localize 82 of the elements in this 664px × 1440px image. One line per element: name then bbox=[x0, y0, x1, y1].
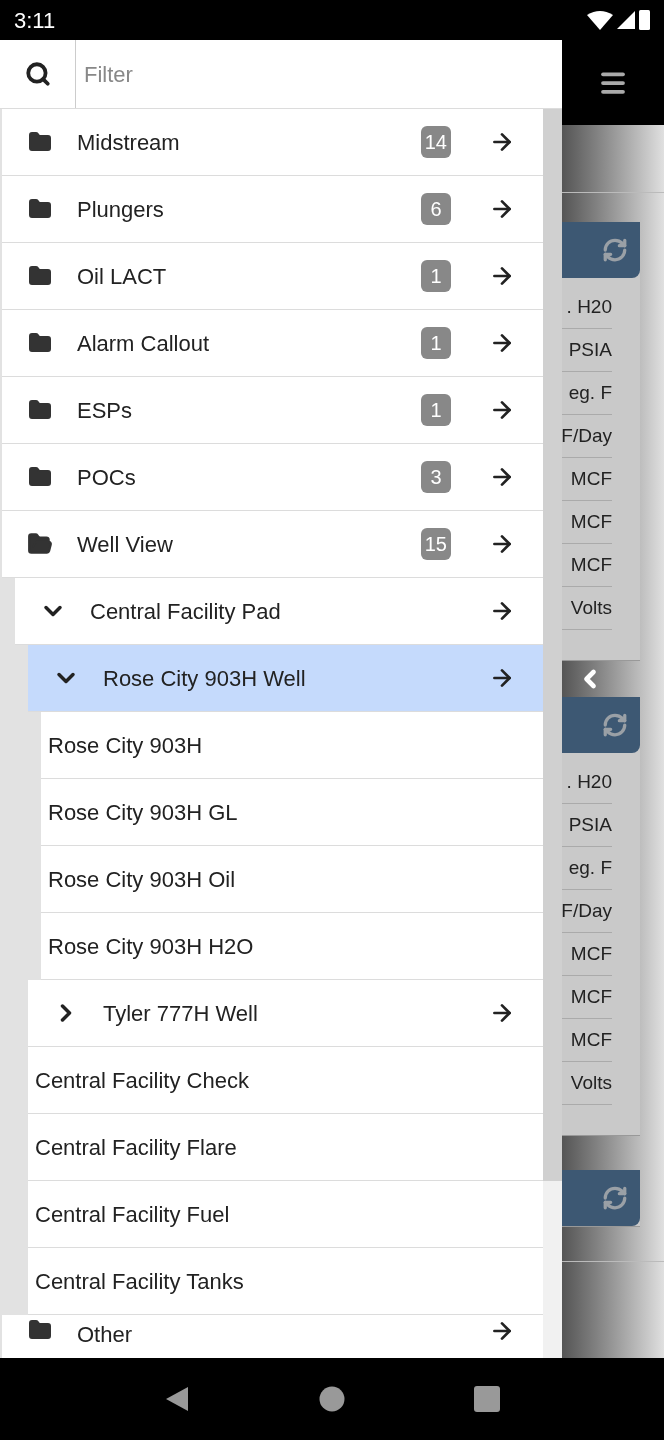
folder-row[interactable]: Oil LACT 1 bbox=[2, 243, 543, 310]
leaf-label: Central Facility Flare bbox=[35, 1133, 237, 1162]
wifi-icon bbox=[587, 10, 613, 30]
group-label: Tyler 777H Well bbox=[103, 999, 259, 1028]
leaf-label: Rose City 903H GL bbox=[48, 798, 238, 827]
folder-icon bbox=[27, 264, 52, 288]
folder-label: Alarm Callout bbox=[77, 329, 211, 358]
folder-label: ESPs bbox=[77, 396, 134, 425]
unit-label: F/Day bbox=[562, 423, 612, 448]
folder-label: Other bbox=[77, 1321, 134, 1349]
leaf-label: Central Facility Tanks bbox=[35, 1267, 244, 1296]
leaf-row[interactable]: Rose City 903H Oil bbox=[41, 846, 543, 913]
count-badge: 1 bbox=[421, 327, 451, 359]
search-icon[interactable] bbox=[24, 61, 51, 87]
folder-row[interactable]: Midstream 14 bbox=[2, 109, 543, 176]
folder-row[interactable]: ESPs 1 bbox=[2, 377, 543, 444]
folder-label: Well View bbox=[77, 530, 174, 559]
leaf-label: Central Facility Fuel bbox=[35, 1200, 230, 1229]
leaf-row[interactable]: Rose City 903H GL bbox=[41, 779, 543, 846]
unit-label: Volts bbox=[570, 595, 612, 620]
leaf-row[interactable]: Central Facility Check bbox=[28, 1047, 543, 1114]
back-icon[interactable] bbox=[164, 1385, 191, 1413]
unit-label: MCF bbox=[570, 1027, 612, 1052]
unit-label: eg. F bbox=[568, 855, 612, 880]
folder-icon bbox=[27, 331, 52, 355]
leaf-row[interactable]: Central Facility Flare bbox=[28, 1114, 543, 1181]
folder-label: Midstream bbox=[77, 128, 181, 157]
unit-label: PSIA bbox=[568, 337, 612, 362]
scrollbar-thumb[interactable] bbox=[543, 109, 562, 1181]
battery-icon bbox=[639, 10, 650, 30]
count-badge: 1 bbox=[421, 260, 451, 292]
folder-icon bbox=[27, 398, 52, 422]
folder-label: Oil LACT bbox=[77, 262, 168, 291]
folder-icon bbox=[27, 197, 52, 221]
count-badge: 1 bbox=[421, 394, 451, 426]
leaf-row[interactable]: Rose City 903H bbox=[41, 712, 543, 779]
unit-label: MCF bbox=[570, 552, 612, 577]
folder-row[interactable]: Plungers 6 bbox=[2, 176, 543, 243]
refresh-icon[interactable] bbox=[602, 712, 628, 738]
status-time: 3:11 bbox=[14, 6, 56, 35]
group-label: Rose City 903H Well bbox=[103, 664, 307, 693]
refresh-icon[interactable] bbox=[602, 237, 628, 263]
group-row[interactable]: Central Facility Pad bbox=[15, 578, 543, 645]
count-badge: 3 bbox=[421, 461, 451, 493]
refresh-icon[interactable] bbox=[602, 1185, 628, 1211]
open-folder-icon bbox=[26, 531, 53, 557]
folder-icon bbox=[27, 465, 52, 489]
leaf-label: Central Facility Check bbox=[35, 1066, 249, 1095]
count-badge: 6 bbox=[421, 193, 451, 225]
group-row[interactable]: Tyler 777H Well bbox=[28, 980, 543, 1047]
count-badge: 15 bbox=[420, 528, 451, 560]
unit-label: Volts bbox=[570, 1070, 612, 1095]
leaf-row[interactable]: Central Facility Tanks bbox=[28, 1248, 543, 1315]
signal-icon bbox=[617, 11, 635, 29]
folder-label: Plungers bbox=[77, 195, 165, 224]
unit-label: PSIA bbox=[568, 812, 612, 837]
unit-label: MCF bbox=[570, 509, 612, 534]
unit-label: MCF bbox=[570, 984, 612, 1009]
leaf-row[interactable]: Rose City 903H H2O bbox=[41, 913, 543, 980]
folder-row[interactable]: Well View 15 bbox=[2, 511, 543, 578]
leaf-label: Rose City 903H Oil bbox=[48, 865, 236, 894]
group-row[interactable]: Rose City 903H Well bbox=[28, 645, 543, 712]
folder-label: POCs bbox=[77, 463, 137, 492]
folder-icon bbox=[27, 1318, 52, 1342]
unit-label: . H20 bbox=[566, 769, 612, 794]
leaf-row[interactable]: Central Facility Fuel bbox=[28, 1181, 543, 1248]
unit-label: . H20 bbox=[566, 294, 612, 319]
folder-row[interactable]: Alarm Callout 1 bbox=[2, 310, 543, 377]
leaf-label: Rose City 903H H2O bbox=[48, 932, 254, 961]
filter-field[interactable]: Filter bbox=[76, 40, 562, 108]
leaf-label: Rose City 903H bbox=[48, 731, 203, 760]
unit-label: MCF bbox=[570, 941, 612, 966]
group-label: Central Facility Pad bbox=[90, 597, 282, 626]
folder-row[interactable]: POCs 3 bbox=[2, 444, 543, 511]
folder-row[interactable]: Other bbox=[2, 1315, 543, 1358]
folder-icon bbox=[27, 130, 52, 154]
unit-label: F/Day bbox=[562, 898, 612, 923]
unit-label: MCF bbox=[570, 466, 612, 491]
home-icon[interactable] bbox=[319, 1386, 345, 1412]
recents-icon[interactable] bbox=[473, 1386, 500, 1412]
count-badge: 14 bbox=[420, 126, 451, 158]
unit-label: eg. F bbox=[568, 380, 612, 405]
